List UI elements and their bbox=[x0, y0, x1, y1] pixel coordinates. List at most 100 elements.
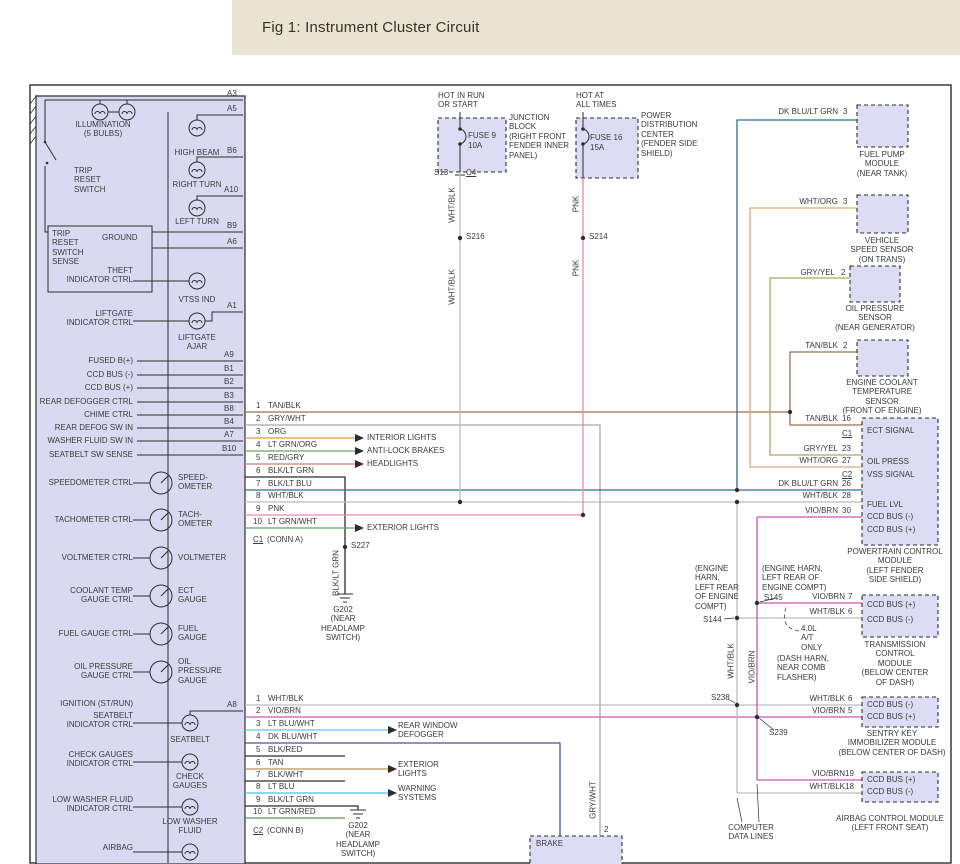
fuel-pump-module-box bbox=[857, 105, 908, 147]
acm-pin-18: 18 bbox=[845, 782, 854, 791]
pin-b1: B1 bbox=[224, 364, 234, 373]
conn-b-color-7: BLK/WHT bbox=[268, 770, 304, 779]
pcm-signal-ccd-neg: CCD BUS (-) bbox=[867, 512, 913, 521]
skim-pin-6: 6 bbox=[848, 694, 852, 703]
conn-b-color-8: LT BLU bbox=[268, 782, 294, 791]
pin-b3: B3 bbox=[224, 391, 234, 400]
label-trip-reset-sense: TRIP RESET SWITCH SENSE bbox=[52, 229, 84, 267]
conn-b-color-4: DK BLU/WHT bbox=[268, 732, 317, 741]
skim-signal-pos: CCD BUS (+) bbox=[867, 712, 915, 721]
label-high-beam: HIGH BEAM bbox=[170, 148, 224, 157]
conn-b-label: C2 bbox=[253, 826, 263, 835]
label-speedo-ctrl: SPEEDOMETER CTRL bbox=[49, 478, 133, 487]
wire-label-whtblk-vert-1: WHT/BLK bbox=[447, 187, 456, 223]
label-check-gauges-ctrl: CHECK GAUGES INDICATOR CTRL bbox=[67, 750, 133, 769]
wire-label-bus-neg-vert: WHT/BLK bbox=[726, 643, 735, 679]
conn-a-num-5: 5 bbox=[256, 453, 260, 462]
conn-b-num-8: 8 bbox=[256, 782, 260, 791]
acm-signal-pos: CCD BUS (+) bbox=[867, 775, 915, 784]
pin-a9: A9 bbox=[224, 350, 234, 359]
conn-b-num-4: 4 bbox=[256, 732, 260, 741]
caption-ect-sensor: ENGINE COOLANT TEMPERATURE SENSOR (FRONT… bbox=[837, 378, 927, 416]
splice-s238: S238 bbox=[711, 693, 730, 702]
pcm-wire-30: VIO/BRN bbox=[805, 506, 838, 515]
tcm-pin-7: 7 bbox=[848, 592, 852, 601]
label-ccd-pos: CCD BUS (+) bbox=[85, 383, 133, 392]
conn-b-num-1: 1 bbox=[256, 694, 260, 703]
label-fused-b: FUSED B(+) bbox=[88, 356, 133, 365]
skim-pin-5: 5 bbox=[848, 706, 852, 715]
label-fuel-ctrl: FUEL GAUGE CTRL bbox=[59, 629, 133, 638]
pin-b4: B4 bbox=[224, 417, 234, 426]
conn-b-color-3: LT BLU/WHT bbox=[268, 719, 315, 728]
skim-signal-neg: CCD BUS (-) bbox=[867, 700, 913, 709]
pcm-pin-30: 30 bbox=[842, 506, 851, 515]
pin-b2: B2 bbox=[224, 377, 234, 386]
pin-a7: A7 bbox=[224, 430, 234, 439]
label-tach-ctrl: TACHOMETER CTRL bbox=[54, 515, 133, 524]
conn-b-color-9: BLK/LT GRN bbox=[268, 795, 314, 804]
note-computer-data-lines: COMPUTER DATA LINES bbox=[722, 823, 780, 842]
pcm-wire-26: DK BLU/LT GRN bbox=[778, 479, 838, 488]
caption-skim: SENTRY KEY IMMOBILIZER MODULE (BELOW CEN… bbox=[836, 729, 948, 757]
label-low-washer-lamp: LOW WASHER FLUID bbox=[158, 817, 222, 836]
conn-b-num-5: 5 bbox=[256, 745, 260, 754]
connector-b-wires bbox=[245, 705, 862, 836]
pcm-pin-26: 26 bbox=[842, 479, 851, 488]
pin-b6: B6 bbox=[227, 146, 237, 155]
label-speedometer: SPEED- OMETER bbox=[178, 473, 212, 492]
wire-label-pnk-vert-2: PNK bbox=[571, 260, 580, 276]
note-dash-harn: (DASH HARN, NEAR COMB FLASHER) bbox=[777, 654, 829, 682]
ground-g202-b: G202 (NEAR HEADLAMP SWITCH) bbox=[331, 821, 385, 859]
label-voltmeter: VOLTMETER bbox=[178, 553, 226, 562]
pin-b8: B8 bbox=[224, 404, 234, 413]
caption-vss: VEHICLE SPEED SENSOR (ON TRANS) bbox=[842, 236, 922, 264]
branch-interior-lights: INTERIOR LIGHTS bbox=[367, 433, 436, 442]
ground-symbol-g202-b bbox=[350, 810, 366, 818]
pcm-signal-fuel: FUEL LVL bbox=[867, 500, 903, 509]
wire-label-vss: WHT/ORG bbox=[799, 197, 838, 206]
pin-b10: B10 bbox=[222, 444, 236, 453]
brake-pin: 2 bbox=[604, 825, 608, 834]
pin-a8: A8 bbox=[227, 700, 237, 709]
label-ccd-neg: CCD BUS (-) bbox=[87, 370, 133, 379]
conn-a-sub: (CONN A) bbox=[267, 535, 303, 544]
pin-ect: 2 bbox=[843, 341, 847, 350]
label-pdc: POWER DISTRIBUTION CENTER (FENDER SIDE S… bbox=[641, 111, 697, 158]
conn-a-num-9: 9 bbox=[256, 504, 260, 513]
branch-anti-lock-brakes: ANTI-LOCK BRAKES bbox=[367, 446, 444, 455]
label-fuel-gauge: FUEL GAUGE bbox=[178, 624, 207, 643]
conn-a-color-3: ORG bbox=[268, 427, 286, 436]
branch-exterior-lights-b: EXTERIOR LIGHTS bbox=[398, 760, 439, 779]
conn-b-num-3: 3 bbox=[256, 719, 260, 728]
conn-b-color-2: VIO/BRN bbox=[268, 706, 301, 715]
label-rear-defog-sw: REAR DEFOG SW IN bbox=[55, 423, 133, 432]
wire-label-blk-ltgrn-vert: BLK/LT GRN bbox=[331, 550, 340, 596]
tcm-signal-pos: CCD BUS (+) bbox=[867, 600, 915, 609]
splice-s214: S214 bbox=[589, 232, 608, 241]
label-ignition: IGNITION (ST/RUN) bbox=[60, 699, 133, 708]
splice-s239: S239 bbox=[769, 728, 788, 737]
pcm-pin-28: 28 bbox=[842, 491, 851, 500]
label-junction-block: JUNCTION BLOCK (RIGHT FRONT FENDER INNER… bbox=[509, 113, 569, 160]
skim-wire-5: VIO/BRN bbox=[812, 706, 845, 715]
wire-label-bus-pos-vert: VIO/BRN bbox=[747, 651, 756, 684]
wire-label-whtblk-vert-2: WHT/BLK bbox=[447, 269, 456, 305]
label-brake: BRAKE bbox=[536, 839, 563, 848]
label-chime-ctrl: CHIME CTRL bbox=[84, 410, 133, 419]
pcm-wire-27: WHT/ORG bbox=[799, 456, 838, 465]
label-volt-ctrl: VOLTMETER CTRL bbox=[62, 553, 133, 562]
label-oil-ctrl: OIL PRESSURE GAUGE CTRL bbox=[74, 662, 133, 681]
splice-s227: S227 bbox=[351, 541, 370, 550]
note-engine-harn-right: (ENGINE HARN, LEFT REAR OF ENGINE COMPT) bbox=[762, 564, 826, 592]
label-hot-in-run: HOT IN RUN OR START bbox=[438, 91, 485, 110]
pcm-wire-28: WHT/BLK bbox=[802, 491, 838, 500]
label-seatbelt-ctrl: SEATBELT INDICATOR CTRL bbox=[67, 711, 133, 730]
conn-a-color-7: BLK/LT BLU bbox=[268, 479, 312, 488]
pin-a5: A5 bbox=[227, 104, 237, 113]
splice-s145: S145 bbox=[764, 593, 783, 602]
label-fuse-9: FUSE 9 bbox=[468, 131, 496, 140]
tcm-signal-neg: CCD BUS (-) bbox=[867, 615, 913, 624]
acm-pin-19: 19 bbox=[845, 769, 854, 778]
caption-acm: AIRBAG CONTROL MODULE (LEFT FRONT SEAT) bbox=[828, 814, 952, 833]
